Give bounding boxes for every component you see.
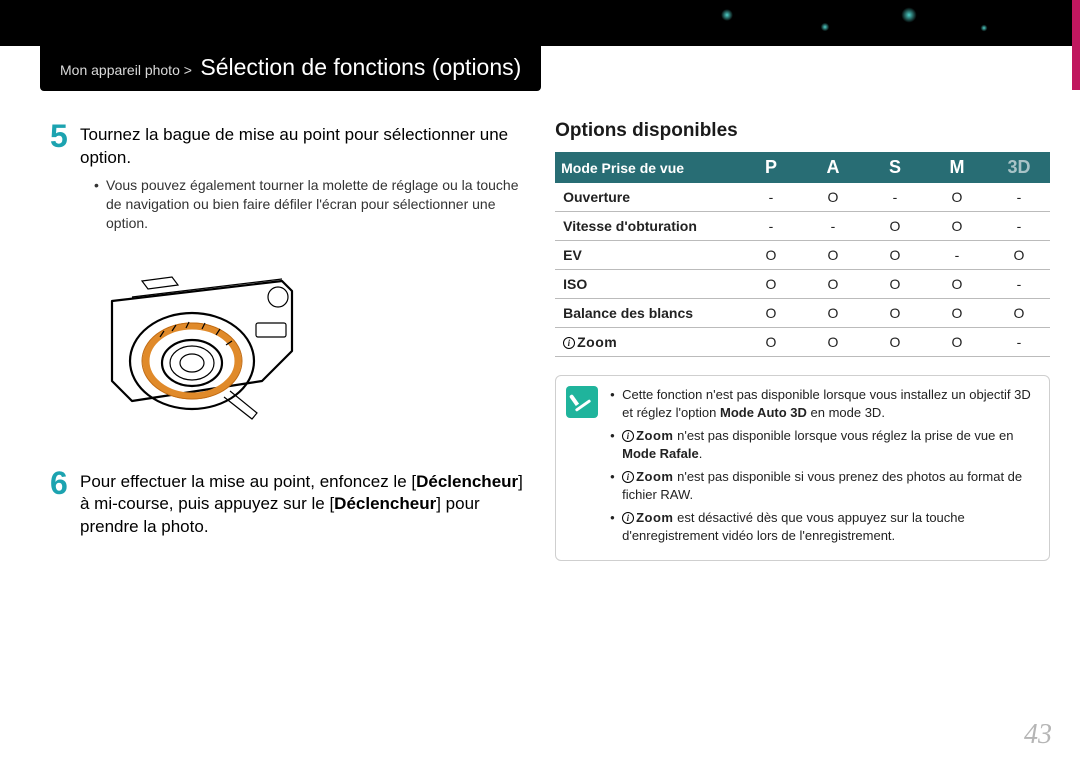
- note-box: Cette fonction n'est pas disponible lors…: [555, 375, 1050, 561]
- step-6: 6 Pour effectuer la mise au point, enfon…: [50, 467, 525, 540]
- table-row: Ouverture-O-O-: [555, 183, 1050, 212]
- table-row: Balance des blancsOOOOO: [555, 299, 1050, 328]
- col-s: S: [864, 152, 926, 183]
- step-5-bullet: Vous pouvez également tourner la molette…: [94, 176, 525, 233]
- pen-icon: [566, 386, 598, 418]
- col-m: M: [926, 152, 988, 183]
- col-p: P: [740, 152, 802, 183]
- step-number: 6: [50, 467, 80, 540]
- options-heading: Options disponibles: [555, 120, 1050, 142]
- col-a: A: [802, 152, 864, 183]
- table-row: ISOOOOO-: [555, 270, 1050, 299]
- table-row: iZoomOOOO-: [555, 328, 1050, 357]
- step-number: 5: [50, 120, 80, 233]
- table-row: Vitesse d'obturation--OO-: [555, 212, 1050, 241]
- step-6-text: Pour effectuer la mise au point, enfonce…: [80, 467, 525, 540]
- note-2: iZoom n'est pas disponible lorsque vous …: [610, 427, 1035, 462]
- header-strip: [0, 0, 1080, 46]
- col-3d: 3D: [988, 152, 1050, 183]
- table-row: EVOOO-O: [555, 241, 1050, 270]
- page-number: 43: [1024, 719, 1052, 751]
- note-1: Cette fonction n'est pas disponible lors…: [610, 386, 1035, 421]
- step-5: 5 Tournez la bague de mise au point pour…: [50, 120, 525, 233]
- breadcrumb: Mon appareil photo > Sélection de foncti…: [40, 46, 541, 91]
- note-4: iZoom est désactivé dès que vous appuyez…: [610, 509, 1035, 544]
- breadcrumb-parent: Mon appareil photo >: [60, 62, 192, 78]
- accent-bar: [1072, 0, 1080, 90]
- options-table: Mode Prise de vue P A S M 3D Ouverture-O…: [555, 152, 1050, 357]
- breadcrumb-title: Sélection de fonctions (options): [200, 54, 521, 80]
- note-3: iZoom n'est pas disponible si vous prene…: [610, 468, 1035, 503]
- step-5-text: Tournez la bague de mise au point pour s…: [80, 124, 525, 170]
- col-mode: Mode Prise de vue: [555, 152, 740, 183]
- camera-illustration: [82, 251, 322, 441]
